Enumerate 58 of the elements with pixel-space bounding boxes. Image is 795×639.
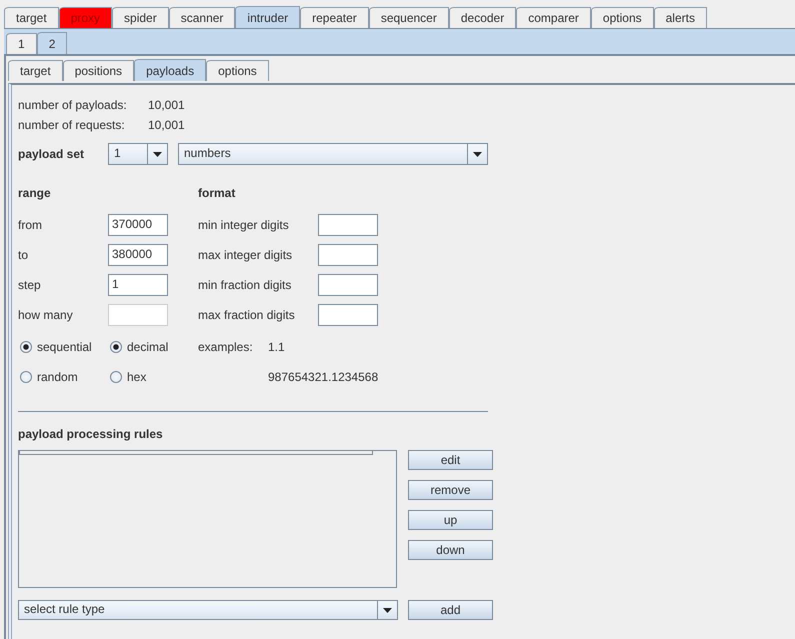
dropdown-arrow-icon [153,152,162,156]
tool-tab[interactable]: intruder [235,6,300,28]
format-input-field[interactable] [318,244,378,266]
base-radio-button[interactable]: hex [110,370,198,384]
count-label: number of payloads: [18,98,128,112]
tool-tab[interactable]: scanner [168,7,236,28]
tool-tab[interactable]: target [4,7,59,28]
rule-action-button[interactable]: down [408,540,493,560]
rule-action-button[interactable]: remove [408,480,493,500]
tool-tab[interactable]: options [590,7,654,28]
count-value: 10,001 [148,118,185,132]
attack-tab[interactable]: 1 [6,33,37,54]
sub-tab[interactable]: positions [62,60,134,81]
format-label: min integer digits [198,218,290,232]
tool-tab[interactable]: decoder [448,7,516,28]
format-input-field[interactable] [318,214,378,236]
attack-tab[interactable]: 2 [36,32,68,54]
examples-label: examples: [198,340,253,354]
format-label: max integer digits [198,248,294,262]
rules-list[interactable] [18,450,397,588]
tool-tab[interactable]: sequencer [368,7,449,28]
tool-tab[interactable]: repeater [300,7,369,28]
sub-tab[interactable]: options [206,60,269,81]
range-input-field[interactable]: 1 [108,274,168,296]
tool-tab[interactable]: spider [112,7,169,28]
format-label: max fraction digits [198,308,296,322]
base-radio-button[interactable]: decimal [110,340,198,354]
range-label: step [18,278,42,292]
order-radio-button[interactable]: sequential [20,340,110,354]
payload-type-dropdown[interactable]: numbers [178,143,488,165]
tool-tab[interactable]: alerts [654,7,707,28]
sub-tab[interactable]: target [8,60,63,81]
order-radio-button[interactable]: random [20,370,110,384]
dropdown-arrow-icon [473,152,482,156]
payload-set-dropdown[interactable]: 1 [108,143,168,165]
sub-tab[interactable]: payloads [134,59,206,81]
range-label: from [18,218,43,232]
format-input-field[interactable] [318,304,378,326]
dropdown-arrow-icon [383,608,392,612]
format-input-field[interactable] [318,274,378,296]
format-label: min fraction digits [198,278,292,292]
rule-type-dropdown[interactable]: select rule type [18,600,398,620]
format-heading: format [198,186,236,200]
range-input-field[interactable]: 380000 [108,244,168,266]
example-value: 1.1 [268,340,285,354]
add-button[interactable]: add [408,600,493,620]
tool-tab[interactable]: comparer [516,7,591,28]
count-value: 10,001 [148,98,185,112]
example-value: 987654321.1234568 [268,370,378,384]
range-heading: range [18,186,52,200]
rules-heading: payload processing rules [18,427,163,441]
range-label: to [18,248,30,262]
range-label: how many [18,308,74,322]
payload-set-label: payload set [18,147,86,161]
rule-action-button[interactable]: edit [408,450,493,470]
count-label: number of requests: [18,118,126,132]
range-input-field[interactable]: 370000 [108,214,168,236]
rule-action-button[interactable]: up [408,510,493,530]
